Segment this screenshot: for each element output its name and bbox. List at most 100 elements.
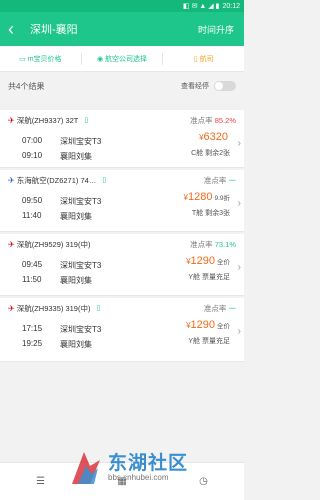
chevron-right-icon: › (237, 198, 241, 209)
ontime-value: 73.1% (214, 239, 236, 249)
ontime-value: 一 (228, 175, 237, 185)
price-value: 1290 (190, 255, 215, 267)
filter-company[interactable]: ▯ 航司 (163, 54, 244, 64)
flight-number: 深航(ZH9529) 319(中) (16, 239, 91, 249)
arr-time: 19:25 (22, 339, 43, 348)
chevron-right-icon: › (237, 138, 241, 149)
arrival-row: 11:40 襄阳刘集 (22, 211, 92, 222)
watermark: 东湖社区 bbs.cnhubei.com (68, 444, 238, 492)
ontime-label: 准点率 (190, 239, 213, 249)
result-count: 共4个结果 (8, 81, 45, 91)
filter-airline-label: 航空公司选择 (105, 55, 148, 63)
filter-airline[interactable]: ◉ 航空公司选择 (82, 54, 163, 64)
airline-logo-icon: ✈ (8, 115, 15, 125)
filter-company-label: 航司 (199, 55, 214, 63)
arrival-row: 19:25 襄阳刘集 (22, 339, 92, 350)
ontime-value: 一 (228, 303, 237, 313)
dep-airport: 深圳宝安T3 (60, 137, 102, 146)
arr-airport: 襄阳刘集 (60, 152, 92, 161)
arr-time: 11:40 (22, 211, 42, 220)
dep-time: 17:15 (22, 324, 43, 333)
header: ‹ 深圳-襄阳 时间升序 (0, 12, 244, 46)
watermark-logo-icon (72, 452, 100, 484)
price-value: 6320 (203, 131, 228, 143)
flight-header: ✈ 深航(ZH9529) 319(中) 准点率 73.1% (8, 238, 240, 250)
dep-time: 07:00 (22, 136, 43, 145)
airline-logo-icon: ✈ (8, 239, 15, 249)
flight-card[interactable]: ✈ 东海航空(DZ6271) 74… ▯ 准点率 一 09:50 深圳宝安T3 … (0, 170, 244, 232)
arr-time: 09:10 (22, 151, 43, 160)
bottom-item-left[interactable]: ☰ (36, 476, 45, 487)
ontime-rate: 准点率 一 (204, 175, 236, 186)
flight-card[interactable]: ✈ 深航(ZH9337) 32T ▯ 准点率 85.2% 07:00 深圳宝安T… (0, 110, 244, 168)
price: ¥1280 9.9折 (184, 191, 230, 203)
filter-price-label: m宝贝价格 (27, 55, 62, 63)
chevron-right-icon: › (237, 326, 241, 337)
price: ¥1290 全价 (186, 319, 230, 331)
stopover-toggle-label: 查看经停 (181, 83, 209, 90)
arrival-row: 11:50 襄阳刘集 (22, 275, 92, 286)
phone-icon: ▯ (102, 177, 107, 184)
departure-row: 09:45 深圳宝安T3 (22, 260, 101, 271)
flight-header: ✈ 东海航空(DZ6271) 74… ▯ 准点率 一 (8, 174, 240, 186)
flight-header: ✈ 深航(ZH9335) 319(中) ▯ 准点率 一 (8, 302, 240, 314)
stopover-toggle[interactable] (214, 81, 236, 91)
result-count-bar: 共4个结果 查看经停 (0, 72, 244, 100)
back-arrow-icon[interactable]: ‹ (8, 20, 24, 38)
dep-time: 09:50 (22, 196, 43, 205)
ontime-label: 准点率 (203, 303, 227, 313)
stopover-toggle-group: 查看经停 (181, 81, 236, 91)
cabin-info: Y舱 票量充足 (188, 338, 230, 345)
sort-button[interactable]: 时间升序 (198, 23, 234, 36)
list-icon: ☰ (36, 476, 46, 487)
status-bar: ◧ ✉ ▲ ◢ ▮ 20:12 (0, 0, 244, 12)
status-icons: ◧ ✉ ▲ ◢ ▮ (183, 3, 220, 10)
cabin-info: T舱 剩余3张 (191, 210, 230, 217)
dep-time: 09:45 (22, 260, 43, 269)
filter-icon: ▯ (193, 55, 198, 63)
airline-logo-icon: ✈ (8, 175, 15, 185)
location-pin-icon: ◉ (96, 55, 104, 63)
airline-logo-icon: ✈ (8, 303, 15, 313)
flight-number: 深航(ZH9337) 32T (16, 115, 79, 125)
page-title: 深圳-襄阳 (30, 24, 78, 36)
discount: 9.9折 (214, 195, 230, 202)
ontime-label: 准点率 (190, 115, 213, 125)
arr-airport: 襄阳刘集 (60, 276, 92, 285)
ontime-rate: 准点率 73.1% (190, 239, 236, 250)
arr-time: 11:50 (22, 275, 42, 284)
flight-card[interactable]: ✈ 深航(ZH9529) 319(中) 准点率 73.1% 09:45 深圳宝安… (0, 234, 244, 296)
filter-bar: ▭ m宝贝价格 ◉ 航空公司选择 ▯ 航司 (0, 46, 244, 72)
chevron-right-icon: › (237, 262, 241, 273)
discount: 全价 (217, 259, 230, 266)
price: ¥6320 (199, 131, 230, 143)
flight-header: ✈ 深航(ZH9337) 32T ▯ 准点率 85.2% (8, 114, 240, 126)
ontime-rate: 准点率 85.2% (190, 115, 236, 126)
filter-price[interactable]: ▭ m宝贝价格 (0, 54, 81, 64)
dep-airport: 深圳宝安T3 (60, 261, 102, 270)
arr-airport: 襄阳刘集 (60, 212, 92, 221)
departure-row: 09:50 深圳宝安T3 (22, 196, 101, 207)
status-time: 20:12 (222, 2, 240, 10)
arrival-row: 09:10 襄阳刘集 (22, 151, 92, 162)
departure-row: 17:15 深圳宝安T3 (22, 324, 101, 335)
dep-airport: 深圳宝安T3 (60, 197, 102, 206)
cabin-info: Y舱 票量充足 (188, 274, 230, 281)
card-icon: ▭ (19, 55, 26, 63)
cabin-info: C舱 剩余2张 (191, 150, 230, 157)
ontime-label: 准点率 (203, 175, 227, 185)
watermark-url: bbs.cnhubei.com (108, 473, 169, 482)
price-value: 1280 (187, 191, 213, 203)
flight-number: 深航(ZH9335) 319(中) (16, 303, 91, 313)
phone-icon: ▯ (96, 305, 101, 312)
price: ¥1290 全价 (186, 255, 230, 267)
flight-number: 东海航空(DZ6271) 74… (16, 175, 97, 185)
departure-row: 07:00 深圳宝安T3 (22, 136, 101, 147)
flight-card[interactable]: ✈ 深航(ZH9335) 319(中) ▯ 准点率 一 17:15 深圳宝安T3… (0, 298, 244, 362)
arr-airport: 襄阳刘集 (60, 340, 92, 349)
discount: 全价 (217, 323, 230, 330)
ontime-rate: 准点率 一 (204, 303, 236, 314)
watermark-brand: 东湖社区 (108, 453, 189, 474)
dep-airport: 深圳宝安T3 (60, 325, 102, 334)
phone-icon: ▯ (84, 117, 89, 124)
